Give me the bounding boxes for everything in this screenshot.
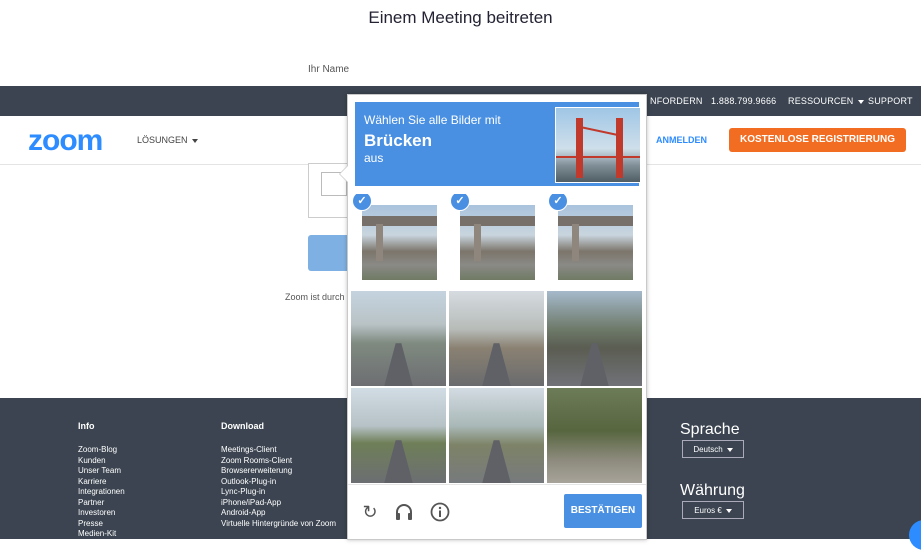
currency-value: Euros € — [694, 506, 722, 515]
street-image — [351, 388, 446, 483]
reload-icon[interactable]: ↻ — [360, 502, 380, 522]
captcha-image-grid: ✓ ✓ ✓ — [351, 194, 643, 484]
footer-link[interactable]: Partner — [78, 498, 125, 509]
captcha-instruction: Wählen Sie alle Bilder mit — [364, 113, 501, 127]
footer-currency-heading: Währung — [680, 482, 745, 499]
captcha-tile[interactable]: ✓ — [449, 194, 544, 289]
page-title: Einem Meeting beitreten — [368, 8, 553, 27]
caret-down-icon — [191, 138, 198, 143]
resources-label: RESSOURCEN — [788, 96, 854, 106]
footer-link[interactable]: Android-App — [221, 508, 336, 519]
captcha-tile[interactable] — [547, 388, 642, 483]
captcha-challenge: Wählen Sie alle Bilder mit Brücken aus ✓… — [339, 94, 647, 540]
phone-link[interactable]: 1.888.799.9666 — [711, 96, 776, 106]
captcha-tile[interactable] — [351, 388, 446, 483]
footer-link[interactable]: Zoom-Blog — [78, 445, 125, 456]
footer-link[interactable]: Investoren — [78, 508, 125, 519]
footer-language-heading: Sprache — [680, 421, 740, 438]
captcha-tile[interactable]: ✓ — [351, 194, 446, 289]
bridge-cable — [578, 125, 620, 137]
footer-link[interactable]: Browsererweiterung — [221, 466, 336, 477]
street-image — [547, 291, 642, 386]
captcha-tile[interactable] — [351, 291, 446, 386]
footer-link[interactable]: Karriere — [78, 477, 125, 488]
headphones-svg — [396, 504, 412, 520]
road — [384, 440, 413, 483]
bridge-tower — [616, 118, 623, 178]
street-image — [449, 291, 544, 386]
captcha-footer: ↻ BESTÄTIGEN — [348, 484, 646, 540]
support-link[interactable]: SUPPORT — [868, 96, 913, 106]
bridge-image — [460, 205, 535, 280]
name-label: Ihr Name — [308, 64, 350, 75]
footer-link[interactable]: Zoom Rooms-Client — [221, 456, 336, 467]
captcha-target-word: Brücken — [364, 131, 433, 150]
road — [384, 343, 413, 386]
caret-down-icon — [726, 447, 733, 452]
footer-link[interactable]: iPhone/iPad-App — [221, 498, 336, 509]
confirm-button[interactable]: BESTÄTIGEN — [564, 494, 642, 528]
headphones-icon[interactable] — [394, 502, 414, 522]
footer-link[interactable]: Medien-Kit — [78, 529, 125, 540]
street-image — [449, 388, 544, 483]
solutions-label: LÖSUNGEN — [137, 135, 188, 145]
info-icon[interactable] — [430, 502, 450, 522]
bridge-image — [362, 205, 437, 280]
footer-info-heading: Info — [78, 421, 95, 431]
footer-link[interactable]: Unser Team — [78, 466, 125, 477]
caret-down-icon — [857, 99, 864, 104]
captcha-instruction-suffix: aus — [364, 151, 384, 165]
captcha-tile[interactable] — [547, 291, 642, 386]
road — [482, 343, 511, 386]
language-select[interactable]: Deutsch — [682, 440, 744, 458]
road — [580, 343, 609, 386]
resources-menu[interactable]: RESSOURCEN — [788, 96, 864, 106]
footer-info-column: Info Zoom-Blog Kunden Unser Team Karrier… — [78, 421, 125, 540]
footer-link[interactable]: Kunden — [78, 456, 125, 467]
bridge-image — [558, 205, 633, 280]
footer-download-heading: Download — [221, 421, 264, 431]
currency-select[interactable]: Euros € — [682, 501, 744, 519]
captcha-tile[interactable]: ✓ — [547, 194, 642, 289]
footer-link[interactable]: Lync-Plug-in — [221, 487, 336, 498]
example-bridge-image — [555, 107, 641, 183]
captcha-tile[interactable] — [449, 388, 544, 483]
footer-link[interactable]: Integrationen — [78, 487, 125, 498]
street-image — [547, 388, 642, 483]
street-image — [351, 291, 446, 386]
captcha-header: Wählen Sie alle Bilder mit Brücken aus — [355, 102, 641, 186]
footer-link[interactable]: Presse — [78, 519, 125, 530]
zoom-logo[interactable]: zoom — [28, 124, 103, 158]
solutions-menu[interactable]: LÖSUNGEN — [137, 135, 198, 145]
caret-down-icon — [725, 508, 732, 513]
signup-button[interactable]: KOSTENLOSE REGISTRIERUNG — [729, 128, 906, 152]
protected-by-text: Zoom ist durch — [285, 292, 345, 302]
info-svg — [430, 502, 450, 522]
join-button-fragment[interactable] — [308, 235, 350, 271]
captcha-tile[interactable] — [449, 291, 544, 386]
popover-arrow — [339, 165, 348, 183]
bridge-deck — [556, 156, 640, 158]
footer-link[interactable]: Virtuelle Hintergründe von Zoom — [221, 519, 336, 530]
footer-link[interactable]: Outlook-Plug-in — [221, 477, 336, 488]
language-value: Deutsch — [693, 445, 723, 454]
footer-download-column: Download Meetings-Client Zoom Rooms-Clie… — [221, 421, 336, 529]
request-demo-link[interactable]: NFORDERN — [650, 96, 703, 106]
road — [482, 440, 511, 483]
footer-link[interactable]: Meetings-Client — [221, 445, 336, 456]
signin-link[interactable]: ANMELDEN — [656, 135, 707, 145]
